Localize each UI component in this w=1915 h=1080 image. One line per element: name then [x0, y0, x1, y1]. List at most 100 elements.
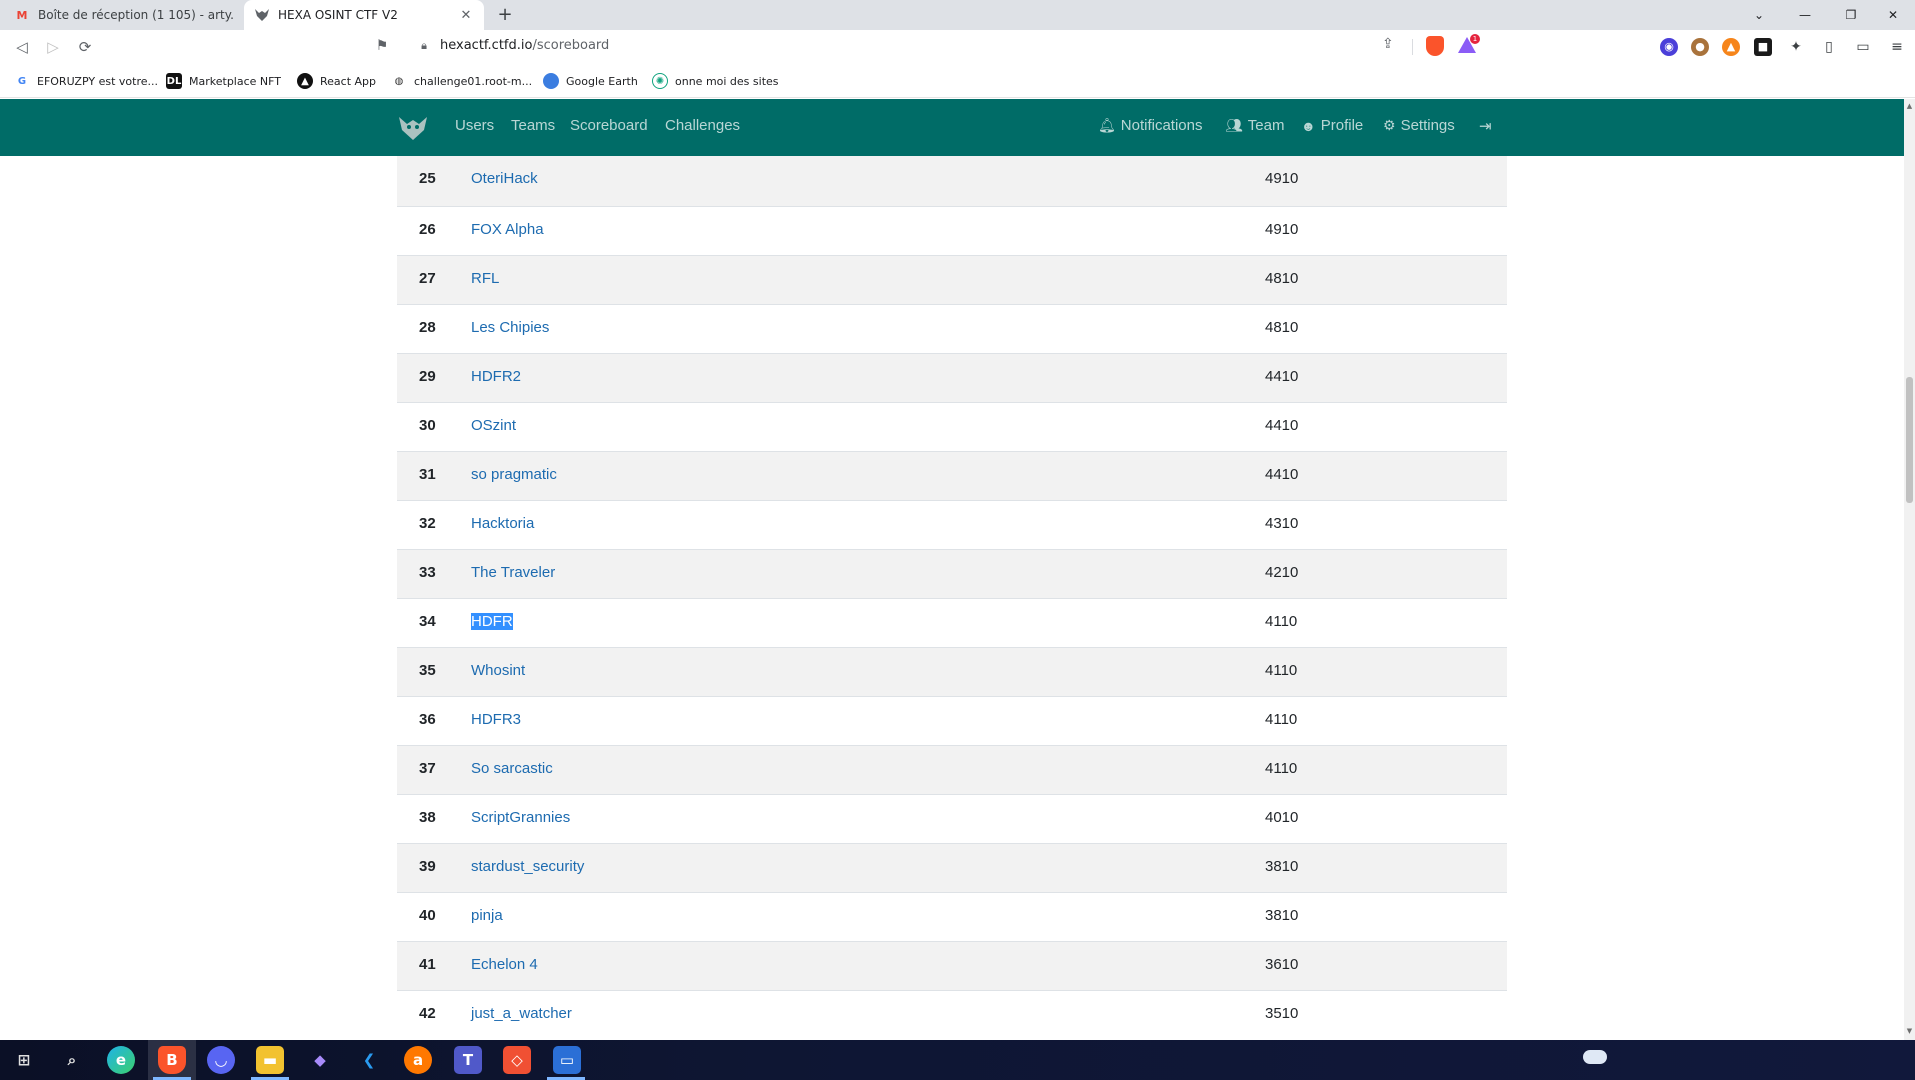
minimize-button[interactable]: — [1782, 0, 1828, 30]
obsidian-icon[interactable]: ◆ [306, 1046, 334, 1074]
nav-settings[interactable]: ⚙ Settings [1383, 117, 1455, 134]
address-bar[interactable]: ⚑ 🔒︎ hexactf.ctfd.io/scoreboard ⇪ 1 [372, 33, 1492, 61]
bookmark-item[interactable]: DL Marketplace NFT [166, 72, 281, 90]
page-scrollbar[interactable]: ▲ ▼ [1904, 99, 1915, 1040]
browser-toolbar: ◁ ▷ ⟳ ⚑ 🔒︎ hexactf.ctfd.io/scoreboard ⇪ … [0, 30, 1915, 64]
cookie-extension-icon[interactable]: ● [1691, 38, 1709, 56]
scroll-up-arrow[interactable]: ▲ [1905, 102, 1914, 110]
file-explorer-icon[interactable]: ▬ [256, 1046, 284, 1074]
bookmark-item[interactable]: G EFORUZPY est votre... [14, 72, 158, 90]
bookmark-item[interactable]: ✺ onne moi des sites [652, 72, 779, 90]
globe-icon: ◍ [394, 75, 404, 87]
tab-hexa-osint-ctf[interactable]: HEXA OSINT CTF V2 ✕ [244, 0, 484, 30]
score-cell: 3810 [1265, 907, 1299, 924]
team-link[interactable]: Les Chipies [471, 319, 549, 336]
sidebar-icon[interactable]: ▯ [1820, 38, 1838, 56]
scroll-down-arrow[interactable]: ▼ [1905, 1027, 1914, 1035]
windows-start-icon[interactable]: ⊞ [10, 1046, 38, 1074]
team-link[interactable]: stardust_security [471, 858, 584, 875]
scrollbar-thumb[interactable] [1906, 377, 1913, 503]
score-cell: 4910 [1265, 221, 1299, 238]
team-link[interactable]: OteriHack [471, 170, 538, 187]
bookmark-item[interactable]: ◍ challenge01.root-m... [391, 72, 532, 90]
place-cell: 34 [419, 613, 436, 630]
hexa-logo-icon[interactable] [398, 115, 428, 141]
back-button[interactable]: ◁ [10, 36, 34, 58]
place-cell: 36 [419, 711, 436, 728]
team-link[interactable]: The Traveler [471, 564, 555, 581]
tab-search-icon[interactable]: ⌄ [1736, 0, 1782, 30]
earth-icon [543, 73, 559, 89]
teams-icon[interactable]: T [454, 1046, 482, 1074]
bookmark-icon[interactable]: ⚑ [372, 36, 392, 56]
vscode-icon[interactable]: ❮ [355, 1046, 383, 1074]
new-tab-button[interactable]: + [494, 4, 516, 26]
table-row: 28 Les Chipies 4810 [397, 304, 1507, 353]
nav-profile[interactable]: ☻ Profile [1301, 117, 1363, 134]
bookmark-item[interactable]: Google Earth [543, 72, 638, 90]
git-icon[interactable]: ◇ [503, 1046, 531, 1074]
google-icon: G [17, 75, 27, 87]
nav-users[interactable]: Users [455, 117, 494, 134]
team-link[interactable]: so pragmatic [471, 466, 557, 483]
bookmark-item[interactable]: ▲ React App [297, 72, 376, 90]
team-link[interactable]: just_a_watcher [471, 1005, 572, 1022]
nav-notifications[interactable]: 🔔︎ Notifications [1098, 117, 1202, 134]
user-circle-icon: ☻ [1301, 117, 1316, 134]
tab-title: Boîte de réception (1 105) - arty.crypto [38, 8, 234, 22]
score-cell: 3610 [1265, 956, 1299, 973]
team-link[interactable]: Whosint [471, 662, 525, 679]
team-link[interactable]: So sarcastic [471, 760, 553, 777]
nav-scoreboard[interactable]: Scoreboard [570, 117, 648, 134]
search-icon[interactable]: ⌕ [58, 1046, 86, 1074]
extension-icon-a[interactable]: ◉ [1660, 38, 1678, 56]
brave-shields-icon[interactable] [1426, 36, 1444, 56]
restore-button[interactable]: ❐ [1828, 0, 1874, 30]
nav-team-label: Team [1247, 117, 1285, 134]
place-cell: 27 [419, 270, 436, 287]
avast-icon[interactable]: a [404, 1046, 432, 1074]
nav-team[interactable]: 👥︎ Team [1225, 117, 1284, 134]
tab-gmail[interactable]: M Boîte de réception (1 105) - arty.cryp… [4, 0, 244, 30]
team-link[interactable]: HDFR [471, 613, 513, 630]
extension-icon-b[interactable]: ■ [1754, 38, 1772, 56]
share-icon[interactable]: ⇪ [1382, 36, 1394, 52]
team-link[interactable]: RFL [471, 270, 499, 287]
nav-challenges[interactable]: Challenges [665, 117, 740, 134]
menu-icon[interactable]: ≡ [1888, 38, 1906, 56]
forward-button[interactable]: ▷ [41, 36, 65, 58]
team-link[interactable]: pinja [471, 907, 503, 924]
table-row: 26 FOX Alpha 4910 [397, 206, 1507, 255]
team-link[interactable]: ScriptGrannies [471, 809, 570, 826]
team-link[interactable]: OSzint [471, 417, 516, 434]
metamask-icon[interactable]: ▲ [1722, 38, 1740, 56]
team-link[interactable]: Echelon 4 [471, 956, 538, 973]
wallet-icon[interactable]: ▭ [1854, 38, 1872, 56]
lock-icon[interactable]: 🔒︎ [417, 37, 431, 55]
logout-icon[interactable]: ⇥ [1479, 117, 1492, 135]
hexa-logo-icon [254, 7, 270, 23]
team-link[interactable]: Hacktoria [471, 515, 534, 532]
remote-desktop-icon[interactable]: ▭ [553, 1046, 581, 1074]
team-link[interactable]: HDFR3 [471, 711, 521, 728]
extensions-puzzle-icon[interactable]: ✦ [1787, 38, 1805, 56]
rewards-badge: 1 [1470, 34, 1480, 44]
bookmark-label: Google Earth [566, 74, 638, 88]
reload-button[interactable]: ⟳ [73, 36, 97, 58]
table-row: 27 RFL 4810 [397, 255, 1507, 304]
score-cell: 4110 [1265, 662, 1298, 679]
team-link[interactable]: FOX Alpha [471, 221, 544, 238]
bookmark-label: challenge01.root-m... [414, 74, 533, 88]
nav-teams[interactable]: Teams [511, 117, 555, 134]
brave-icon[interactable]: B [158, 1046, 186, 1074]
discord-icon[interactable]: ◡ [207, 1046, 235, 1074]
team-link[interactable]: HDFR2 [471, 368, 521, 385]
score-cell: 4910 [1265, 170, 1299, 187]
place-cell: 31 [419, 466, 436, 483]
place-cell: 40 [419, 907, 436, 924]
edge-icon[interactable]: e [107, 1046, 135, 1074]
close-tab-icon[interactable]: ✕ [458, 8, 474, 23]
url-text[interactable]: hexactf.ctfd.io/scoreboard [440, 38, 609, 53]
onedrive-cloud-icon[interactable] [1583, 1050, 1607, 1064]
close-window-button[interactable]: ✕ [1870, 0, 1915, 30]
